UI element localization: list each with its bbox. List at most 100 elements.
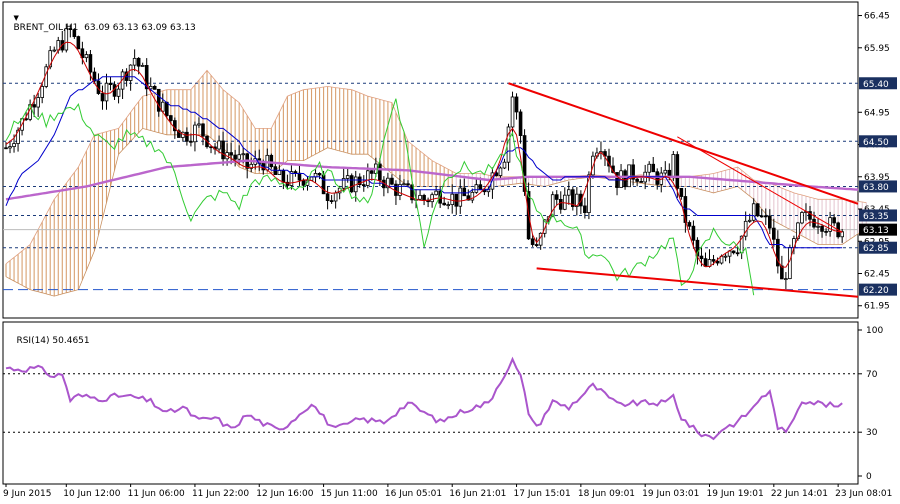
- bull-candle: [116, 88, 121, 97]
- level-price-label: 63.80: [863, 183, 889, 193]
- bear-candle: [711, 259, 716, 262]
- bull-candle: [747, 219, 752, 222]
- bull-candle: [498, 167, 503, 176]
- bear-candle: [699, 255, 704, 260]
- bull-candle: [562, 194, 567, 210]
- bear-candle: [394, 183, 398, 196]
- time-tick-label: 16 Jun 05:01: [385, 489, 442, 499]
- bear-candle: [755, 203, 760, 217]
- bear-candle: [514, 96, 519, 113]
- bull-candle: [784, 278, 788, 281]
- bear-candle: [329, 200, 334, 202]
- price-tick-label: 66.45: [864, 12, 890, 22]
- bull-candle: [333, 192, 338, 202]
- price-tick-label: 64.95: [864, 108, 890, 118]
- bull-candle: [510, 96, 515, 128]
- bear-candle: [454, 193, 459, 207]
- rsi-tick-label: 100: [866, 326, 883, 336]
- bear-candle: [390, 177, 394, 185]
- time-tick-label: 11 Jun 06:00: [128, 489, 185, 499]
- bull-candle: [193, 124, 197, 143]
- bear-candle: [325, 193, 330, 201]
- current-price-label: 63.13: [863, 226, 889, 236]
- bear-candle: [108, 82, 113, 86]
- bear-candle: [169, 115, 173, 121]
- bull-candle: [36, 97, 40, 108]
- bull-candle: [237, 154, 241, 160]
- bear-candle: [233, 154, 237, 160]
- bull-candle: [723, 255, 728, 258]
- bull-candle: [365, 170, 370, 186]
- bull-candle: [816, 225, 820, 228]
- bear-candle: [635, 178, 639, 182]
- bull-candle: [241, 153, 245, 156]
- bull-candle: [52, 49, 57, 52]
- time-tick-label: 11 Jun 22:00: [192, 489, 249, 499]
- bear-candle: [691, 225, 696, 241]
- time-tick-label: 23 Jun 08:01: [835, 489, 892, 499]
- level-price-label: 65.40: [863, 80, 889, 90]
- bear-candle: [583, 205, 587, 213]
- bear-candle: [100, 93, 105, 102]
- bear-candle: [301, 179, 306, 186]
- bear-candle: [530, 238, 535, 245]
- bear-candle: [832, 217, 836, 224]
- bull-candle: [663, 169, 668, 174]
- bear-candle: [820, 225, 824, 232]
- dropdown-triangle-icon[interactable]: ▼: [13, 14, 18, 22]
- bear-candle: [361, 184, 366, 187]
- rsi-header: RSI(14) 50.4651: [5, 326, 89, 356]
- time-tick-label: 15 Jun 11:00: [321, 489, 378, 499]
- time-tick-label: 19 Jun 03:01: [642, 489, 699, 499]
- bear-candle: [164, 101, 169, 117]
- bear-candle: [780, 265, 784, 280]
- bull-candle: [418, 194, 422, 200]
- bear-candle: [679, 187, 684, 197]
- bear-candle: [651, 163, 656, 173]
- bear-candle: [293, 171, 298, 174]
- bull-candle: [197, 123, 201, 126]
- bear-candle: [639, 181, 643, 183]
- bull-candle: [84, 54, 89, 59]
- bear-candle: [735, 252, 740, 255]
- bear-candle: [772, 227, 776, 240]
- bear-candle: [824, 230, 828, 233]
- bear-candle: [152, 85, 157, 90]
- bear-candle: [349, 175, 354, 193]
- bull-candle: [567, 189, 571, 196]
- bear-candle: [763, 215, 768, 218]
- chart-svg: 66.4565.9564.9564.4563.9563.4562.9562.45…: [2, 1, 897, 499]
- bull-candle: [217, 140, 221, 150]
- bear-candle: [715, 260, 720, 264]
- bear-candle: [185, 131, 189, 142]
- bull-candle: [8, 146, 12, 149]
- time-tick-label: 16 Jun 21:01: [449, 489, 506, 499]
- bear-candle: [317, 172, 322, 176]
- bear-candle: [297, 172, 302, 181]
- bear-candle: [655, 171, 660, 185]
- bull-candle: [104, 82, 109, 102]
- bear-candle: [422, 194, 426, 201]
- bear-candle: [478, 184, 483, 190]
- bear-candle: [518, 111, 523, 136]
- time-tick-label: 18 Jun 09:01: [578, 489, 635, 499]
- bull-candle: [128, 64, 133, 81]
- bear-candle: [675, 154, 680, 189]
- bull-candle: [40, 86, 44, 98]
- time-tick-label: 17 Jun 15:01: [514, 489, 571, 499]
- chart-root: 66.4565.9564.9564.4563.9563.4562.9562.45…: [0, 0, 900, 500]
- symbol-header: ▼ BRENT_OIL,H1 63.09 63.13 63.09 63.13: [2, 3, 195, 43]
- bull-candle: [430, 194, 434, 203]
- time-tick-label: 12 Jun 16:00: [256, 489, 313, 499]
- bull-candle: [474, 184, 479, 193]
- bull-candle: [345, 175, 350, 179]
- time-tick-label: 19 Jun 19:01: [707, 489, 764, 499]
- time-tick-label: 22 Jun 14:01: [771, 489, 828, 499]
- bull-candle: [458, 187, 463, 207]
- bear-candle: [558, 199, 563, 210]
- bear-candle: [229, 152, 233, 156]
- price-tick-label: 65.95: [864, 44, 890, 54]
- bear-candle: [281, 170, 286, 183]
- rsi-tick-label: 0: [866, 472, 872, 482]
- time-tick-label: 10 Jun 12:00: [63, 489, 120, 499]
